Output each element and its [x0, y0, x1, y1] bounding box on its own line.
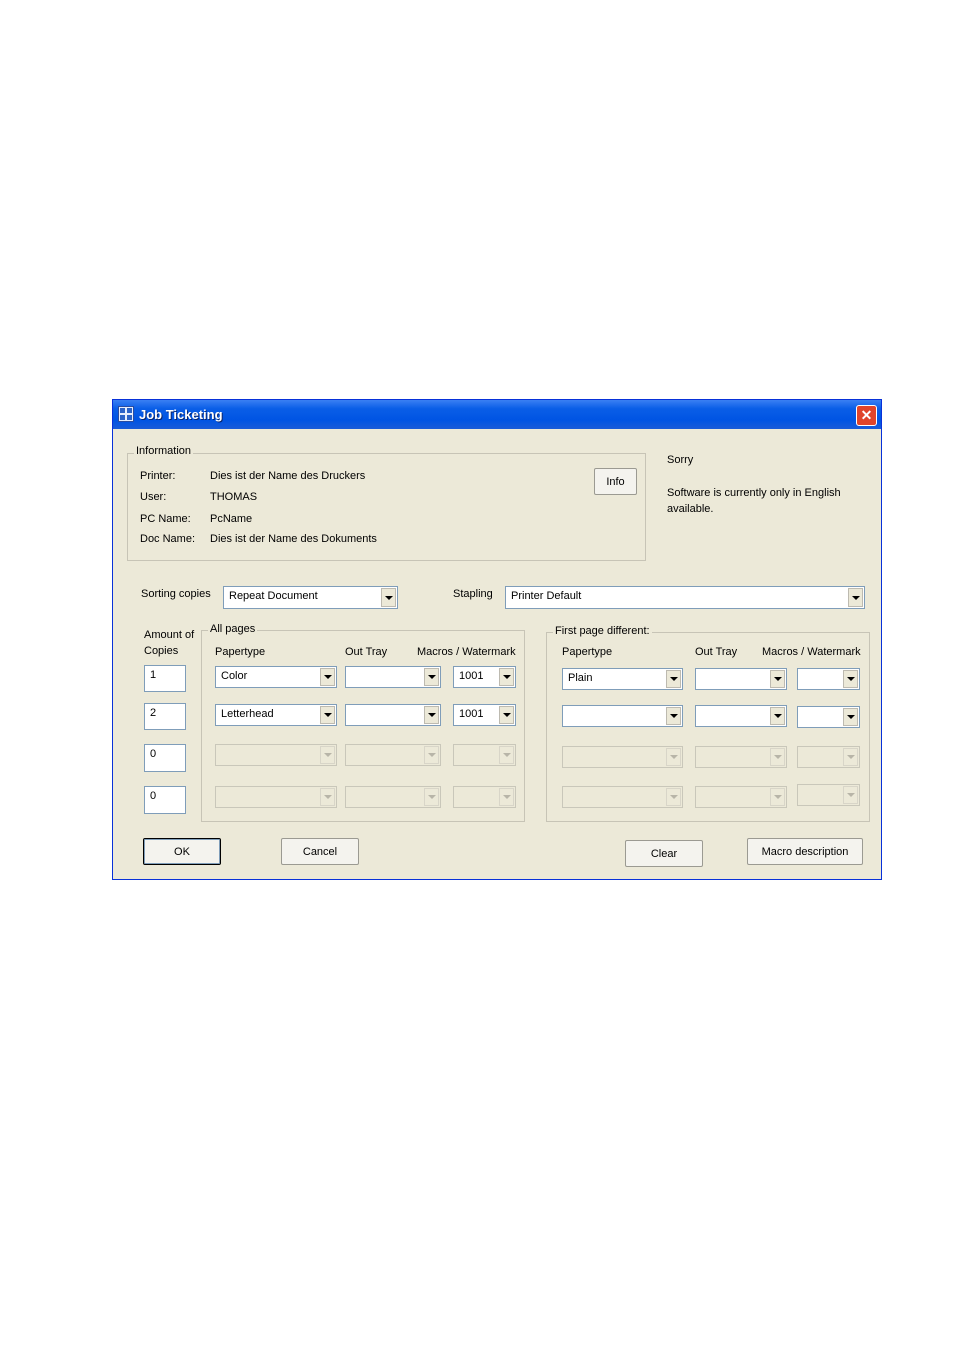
app-icon [118, 406, 134, 422]
all-pages-out-tray-select-4 [345, 786, 441, 808]
clear-button[interactable]: Clear [625, 840, 703, 867]
papertype-value: Letterhead [221, 708, 274, 720]
papertype-value: Plain [568, 672, 593, 684]
stapling-value: Printer Default [511, 590, 582, 602]
doc-name-label: Doc Name: [140, 533, 196, 545]
all-pages-out-tray-select-3 [345, 744, 441, 766]
first-page-macro-select-1[interactable] [797, 668, 860, 690]
close-button[interactable]: ✕ [856, 405, 877, 426]
chevron-down-icon [770, 788, 785, 806]
chevron-down-icon [424, 788, 439, 806]
copies-input-3[interactable]: 0 [144, 744, 186, 772]
all-pages-legend: All pages [208, 623, 258, 635]
chevron-down-icon[interactable] [843, 670, 858, 688]
chevron-down-icon [499, 788, 514, 806]
chevron-down-icon [666, 748, 681, 766]
chevron-down-icon[interactable] [666, 707, 681, 725]
all-pages-macro-select-3 [453, 744, 516, 766]
window-title: Job Ticketing [139, 407, 223, 422]
cancel-button[interactable]: Cancel [281, 838, 359, 865]
first-page-out-tray-select-3 [695, 746, 787, 768]
first-page-papertype-select-4 [562, 786, 683, 808]
first-page-macro-select-4 [797, 784, 860, 806]
chevron-down-icon [843, 786, 858, 804]
chevron-down-icon [843, 748, 858, 766]
all-pages-papertype-select-3 [215, 744, 337, 766]
macro-value: 1001 [459, 708, 484, 720]
copies-input-1[interactable]: 1 [144, 665, 186, 692]
chevron-down-icon[interactable] [320, 668, 335, 686]
all-pages-papertype-header: Papertype [215, 646, 266, 658]
copies-input-2[interactable]: 2 [144, 703, 186, 730]
ok-button[interactable]: OK [143, 838, 221, 865]
chevron-down-icon [499, 746, 514, 764]
stapling-label: Stapling [453, 588, 493, 600]
all-pages-papertype-select-4 [215, 786, 337, 808]
chevron-down-icon[interactable] [770, 707, 785, 725]
all-pages-papertype-select-1[interactable]: Color [215, 666, 337, 688]
info-button[interactable]: Info [594, 468, 637, 495]
chevron-down-icon[interactable] [770, 670, 785, 688]
pc-name-label: PC Name: [140, 513, 191, 525]
chevron-down-icon[interactable] [424, 706, 439, 724]
all-pages-out-tray-select-1[interactable] [345, 666, 441, 688]
all-pages-macro-select-2[interactable]: 1001 [453, 704, 516, 726]
sorting-copies-value: Repeat Document [229, 590, 318, 602]
sorting-copies-label: Sorting copies [141, 588, 211, 600]
first-page-out-tray-select-2[interactable] [695, 705, 787, 727]
all-pages-out-tray-header: Out Tray [345, 646, 388, 658]
chevron-down-icon[interactable] [666, 670, 681, 688]
message-title: Sorry [667, 454, 694, 466]
first-page-macro-select-3 [797, 746, 860, 768]
chevron-down-icon [666, 788, 681, 806]
chevron-down-icon [320, 788, 335, 806]
chevron-down-icon[interactable] [499, 668, 514, 686]
first-page-macros-header: Macros / Watermark [762, 646, 861, 658]
title-bar[interactable]: Job Ticketing ✕ [113, 400, 881, 429]
chevron-down-icon[interactable] [320, 706, 335, 724]
macro-description-button[interactable]: Macro description [747, 838, 863, 865]
chevron-down-icon[interactable] [424, 668, 439, 686]
sorting-copies-select[interactable]: Repeat Document [223, 586, 398, 609]
first-page-papertype-select-3 [562, 746, 683, 768]
amount-of-copies-label: Amount of Copies [144, 629, 195, 657]
doc-name-value: Dies ist der Name des Dokuments [210, 533, 377, 545]
chevron-down-icon[interactable] [499, 706, 514, 724]
user-value: THOMAS [210, 491, 258, 503]
first-page-papertype-select-2[interactable] [562, 705, 683, 727]
first-page-out-tray-header: Out Tray [695, 646, 738, 658]
all-pages-macros-header: Macros / Watermark [417, 646, 516, 658]
chevron-down-icon [424, 746, 439, 764]
stapling-select[interactable]: Printer Default [505, 586, 865, 609]
printer-label: Printer: [140, 470, 176, 482]
first-page-papertype-select-1[interactable]: Plain [562, 668, 683, 690]
chevron-down-icon[interactable] [848, 588, 863, 607]
all-pages-out-tray-select-2[interactable] [345, 704, 441, 726]
first-page-legend: First page different: [553, 625, 652, 637]
printer-value: Dies ist der Name des Druckers [210, 470, 366, 482]
chevron-down-icon[interactable] [843, 708, 858, 726]
message-body: Software is currently only in English av… [667, 487, 841, 515]
chevron-down-icon [770, 748, 785, 766]
first-page-out-tray-select-4 [695, 786, 787, 808]
chevron-down-icon [320, 746, 335, 764]
information-legend: Information [134, 445, 194, 457]
all-pages-macro-select-1[interactable]: 1001 [453, 666, 516, 688]
job-ticketing-dialog: Job Ticketing ✕ Information Printer: Die… [112, 399, 882, 880]
all-pages-papertype-select-2[interactable]: Letterhead [215, 704, 337, 726]
pc-name-value: PcName [210, 513, 253, 525]
chevron-down-icon[interactable] [381, 588, 396, 607]
first-page-papertype-header: Papertype [562, 646, 613, 658]
first-page-macro-select-2[interactable] [797, 706, 860, 728]
papertype-value: Color [221, 670, 248, 682]
information-group [127, 453, 646, 561]
close-icon: ✕ [860, 407, 873, 423]
user-label: User: [140, 491, 167, 503]
all-pages-macro-select-4 [453, 786, 516, 808]
copies-input-4[interactable]: 0 [144, 786, 186, 814]
macro-value: 1001 [459, 670, 484, 682]
first-page-out-tray-select-1[interactable] [695, 668, 787, 690]
